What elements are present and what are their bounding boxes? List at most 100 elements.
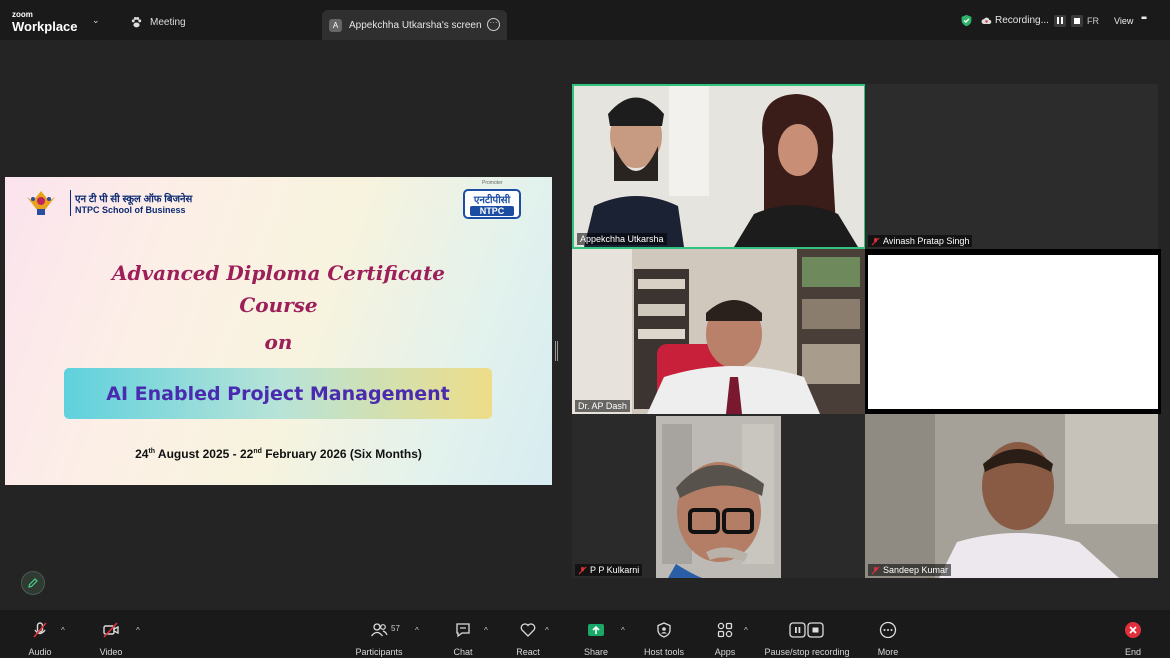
heart-icon <box>520 623 536 637</box>
ntpc-logo-english: NTPC <box>470 206 514 216</box>
share-screen-icon <box>588 624 604 636</box>
video-tile-avinash[interactable]: Avinash Pratap Singh <box>865 84 1158 249</box>
video-label: Video <box>99 647 123 657</box>
chevron-down-icon[interactable]: ⌄ <box>92 15 100 26</box>
date-end-rest: February 2026 (Six Months) <box>261 447 422 461</box>
shield-check-icon <box>961 14 972 27</box>
pencil-icon <box>28 578 38 588</box>
course-name: AI Enabled Project Management <box>106 382 450 405</box>
recording-controls-icon <box>789 622 824 638</box>
audio-label: Audio <box>28 647 52 657</box>
shared-screen-slide: एन टी पी सी स्कूल ऑफ बिजनेस NTPC School … <box>5 177 552 485</box>
participants-options-caret-icon[interactable]: ^ <box>415 626 419 635</box>
end-button[interactable]: End <box>1118 620 1148 657</box>
recording-status: Recording... <box>960 14 1083 27</box>
slide-title-on: on <box>264 330 293 354</box>
share-tab-label: Appekchha Utkarsha's screen <box>349 19 482 31</box>
course-dates: 24th August 2025 - 22nd February 2026 (S… <box>5 447 552 461</box>
meeting-tab[interactable]: Meeting <box>130 16 186 29</box>
chat-button[interactable]: Chat <box>448 620 478 657</box>
ntpc-logo-hindi: एनटीपीसी <box>473 195 511 206</box>
audio-options-caret-icon[interactable]: ^ <box>61 626 65 635</box>
ntpc-logo: एनटीपीसी NTPC <box>463 189 521 219</box>
date-start-rest: August 2025 - 22 <box>155 447 254 461</box>
host-tools-button[interactable]: Host tools <box>641 620 687 657</box>
resize-handle[interactable] <box>555 341 558 361</box>
participant-name-tag: Appekchha Utkarsha <box>577 233 667 245</box>
video-options-caret-icon[interactable]: ^ <box>136 626 140 635</box>
participant-name: P P Kulkarni <box>590 565 640 575</box>
brand-bottom: Workplace <box>12 19 78 34</box>
view-button[interactable]: View <box>1114 16 1133 26</box>
pause-recording-button[interactable] <box>1053 14 1066 27</box>
participants-icon <box>370 623 388 637</box>
share-button[interactable]: Share <box>581 620 611 657</box>
date-start-day: 24 <box>135 447 149 461</box>
meeting-controls: Audio ^ Video ^ Participants ^ Chat ^ Re… <box>0 610 1170 658</box>
school-name-hindi: एन टी पी सी स्कूल ऑफ बिजनेस <box>75 194 193 205</box>
react-label: React <box>516 647 540 657</box>
paw-icon <box>131 16 142 28</box>
react-options-caret-icon[interactable]: ^ <box>545 626 549 635</box>
host-tools-label: Host tools <box>643 647 685 657</box>
more-button[interactable]: More <box>873 620 903 657</box>
participant-video <box>865 414 1158 578</box>
participant-name-tag: P P Kulkarni <box>575 564 643 576</box>
apps-label: Apps <box>714 647 736 657</box>
participants-count: 57 <box>391 624 400 633</box>
screen-share-tab[interactable]: A Appekchha Utkarsha's screen ··· <box>322 10 507 40</box>
slide-title-line2: Course <box>239 293 318 317</box>
more-icon <box>879 621 897 639</box>
share-label: Share <box>583 647 609 657</box>
chat-label: Chat <box>453 647 473 657</box>
apps-button[interactable]: Apps <box>710 620 740 657</box>
shield-icon <box>657 622 671 638</box>
recording-label: Recording... <box>995 15 1049 26</box>
school-name: NTPC School of Business <box>75 205 186 215</box>
pause-stop-recording-button[interactable]: Pause/stop recording <box>761 620 853 657</box>
more-options-icon[interactable]: ··· <box>487 18 500 31</box>
chat-icon <box>456 623 470 638</box>
brand-top: zoom <box>12 10 33 19</box>
video-button[interactable]: Video <box>93 620 129 657</box>
mic-muted-icon <box>33 622 47 638</box>
react-button[interactable]: React <box>513 620 543 657</box>
end-label: End <box>1124 647 1141 657</box>
participant-name-tag: Dr. AP Dash <box>575 400 630 412</box>
participant-name-tag: Sandeep Kumar <box>868 564 952 576</box>
grid-view-icon[interactable]: ▪▪ <box>1141 13 1147 24</box>
stop-recording-button[interactable] <box>1070 14 1083 27</box>
promoter-label: Promoter <box>482 180 503 186</box>
mic-muted-icon <box>578 566 587 574</box>
avatar: A <box>329 18 342 32</box>
cloud-record-icon <box>981 17 992 24</box>
video-tile-sandeep[interactable]: Sandeep Kumar <box>865 414 1158 578</box>
course-banner: AI Enabled Project Management <box>64 368 492 419</box>
annotate-button[interactable] <box>21 571 45 595</box>
participant-name: Sandeep Kumar <box>883 565 949 575</box>
stop-icon <box>1073 17 1080 24</box>
date-end-sup: nd <box>253 448 262 455</box>
video-off-icon <box>103 622 119 638</box>
participant-video <box>574 86 864 247</box>
participant-name: Avinash Pratap Singh <box>883 236 970 246</box>
apps-options-caret-icon[interactable]: ^ <box>744 626 748 635</box>
blank-video <box>868 255 1158 409</box>
end-meeting-icon <box>1125 622 1141 638</box>
chat-options-caret-icon[interactable]: ^ <box>484 626 488 635</box>
participant-name-tag: Avinash Pratap Singh <box>868 235 973 247</box>
mic-muted-icon <box>871 566 880 574</box>
more-label: More <box>877 647 899 657</box>
video-tile-kulkarni[interactable]: P P Kulkarni <box>572 414 866 578</box>
participant-video <box>572 249 866 414</box>
ntpc-school-logo <box>27 191 55 215</box>
video-tile-blank[interactable] <box>865 249 1161 414</box>
audio-button[interactable]: Audio <box>22 620 58 657</box>
top-bar: zoom Workplace ⌄ Meeting A Appekchha Utk… <box>0 0 1170 40</box>
video-tile-appekchha[interactable]: Appekchha Utkarsha <box>572 84 866 249</box>
video-tile-ap-dash[interactable]: Dr. AP Dash <box>572 249 866 414</box>
participant-name: Dr. AP Dash <box>578 401 627 411</box>
language-indicator[interactable]: FR <box>1087 16 1099 26</box>
zoom-workplace-logo[interactable]: zoom Workplace <box>12 10 78 34</box>
share-options-caret-icon[interactable]: ^ <box>621 626 625 635</box>
